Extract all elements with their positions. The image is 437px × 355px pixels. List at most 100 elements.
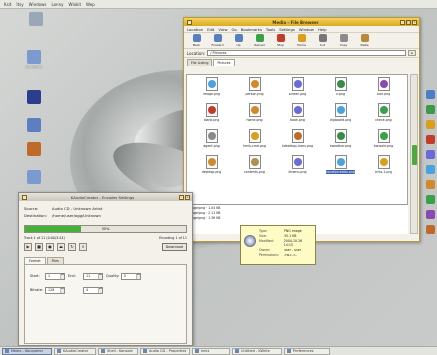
taskbar-button[interactable]: KAudioCreator (54, 347, 96, 355)
top-menu-item[interactable]: Ksit (4, 2, 11, 7)
play-icon[interactable]: ▶ (24, 243, 32, 251)
panel-applet-icon[interactable] (426, 150, 435, 159)
top-menu-item[interactable]: Itsy (16, 2, 23, 7)
file-item[interactable]: home.png (233, 103, 276, 129)
desktop-icon[interactable] (20, 12, 52, 27)
menu-item-view[interactable]: View (218, 27, 227, 32)
taskbar-button[interactable]: kmix (192, 347, 230, 355)
desktop-icon[interactable] (18, 142, 50, 157)
go-icon[interactable]: ▸ (408, 50, 416, 56)
menu-item-bookmarks[interactable]: Bookmarks (241, 27, 262, 32)
spin-arrows-icon[interactable]: ▴▾ (136, 273, 140, 279)
taskbar-button[interactable]: Media - Konqueror (2, 347, 52, 355)
file-item[interactable]: agent.png (190, 129, 233, 155)
file-item[interactable]: kmix-1.png (362, 155, 405, 181)
spin-arrows-icon[interactable]: ▴▾ (60, 273, 64, 279)
menu-item-settings[interactable]: Settings (279, 27, 295, 32)
desktop-icon[interactable]: Computer (18, 50, 50, 69)
file-item[interactable]: image.png (190, 77, 233, 103)
close-track-icon[interactable]: × (79, 243, 87, 251)
menu-item-go[interactable]: Go (231, 27, 236, 32)
panel-applet-icon[interactable] (426, 225, 435, 234)
file-item[interactable]: konsole.png (362, 129, 405, 155)
file-item[interactable]: kaudiocreator.png (319, 155, 362, 181)
spin-arrows-icon[interactable]: ▴▾ (98, 287, 102, 293)
file-item[interactable]: contents.png (233, 155, 276, 181)
panel-applet-icon[interactable] (426, 195, 435, 204)
record-icon[interactable]: ● (46, 243, 54, 251)
file-item[interactable]: kmenu.png (276, 155, 319, 181)
toolbar-label: Paste (360, 43, 369, 47)
file-item[interactable]: blank.png (190, 103, 233, 129)
file-item[interactable]: kdesktop-icons.png (276, 129, 319, 155)
file-item[interactable]: kmix-cmd.png (233, 129, 276, 155)
download-button[interactable]: Download (161, 243, 187, 251)
file-item[interactable]: clipboard.png (319, 103, 362, 129)
minimize-icon[interactable]: – (400, 19, 405, 25)
tab-format[interactable]: Format (24, 257, 46, 264)
scrollbar-thumb[interactable] (412, 145, 417, 165)
audio-creator-titlebar[interactable]: KAudioCreator - Encoder Settings – × (19, 193, 192, 201)
vertical-scrollbar[interactable] (410, 74, 418, 234)
taskbar-button[interactable]: Audio CD - Properties (140, 347, 190, 355)
refresh-icon[interactable]: ↻ (68, 243, 76, 251)
minimize-icon[interactable]: – (179, 194, 184, 200)
file-item[interactable]: check.png (362, 103, 405, 129)
reload-button[interactable]: Reload (251, 34, 268, 47)
panel-applet-icon[interactable] (426, 180, 435, 189)
tab-file-listing[interactable]: File Listing (187, 59, 213, 66)
menu-item-window[interactable]: Window (299, 27, 314, 32)
stop-icon[interactable]: ■ (35, 243, 43, 251)
panel-applet-icon[interactable] (426, 120, 435, 129)
tab-pictures[interactable]: Pictures (213, 59, 235, 66)
eject-icon[interactable]: ⏏ (57, 243, 65, 251)
panel-applet-icon[interactable] (426, 210, 435, 219)
forward-button[interactable]: Forward (209, 34, 226, 47)
spin-arrows-icon[interactable]: ▴▾ (60, 287, 64, 293)
paste-button[interactable]: Paste (356, 34, 373, 47)
panel-applet-icon[interactable] (426, 105, 435, 114)
menu-item-tools[interactable]: Tools (266, 27, 275, 32)
menu-item-edit[interactable]: Edit (207, 27, 214, 32)
menu-item-location[interactable]: Location (187, 27, 203, 32)
spin-box[interactable]: 128 ▴▾ (45, 286, 65, 294)
desktop-icon[interactable] (18, 90, 50, 105)
top-menu-item[interactable]: Windows (29, 2, 47, 7)
desktop-icon[interactable] (18, 170, 50, 185)
home-button[interactable]: Home (293, 34, 310, 47)
file-item[interactable]: x.png (319, 77, 362, 103)
back-button[interactable]: Back (188, 34, 205, 47)
top-menu-item[interactable]: Lonny (51, 2, 63, 7)
panel-applet-icon[interactable] (426, 165, 435, 174)
panel-applet-icon[interactable] (426, 135, 435, 144)
menu-item-help[interactable]: Help (318, 27, 327, 32)
spin-arrows-icon[interactable]: ▴▾ (98, 273, 102, 279)
close-icon[interactable]: × (412, 19, 417, 25)
location-input[interactable]: / Pictures (207, 50, 407, 56)
copy-button[interactable]: Copy (335, 34, 352, 47)
spin-box[interactable]: 4 ▴▾ (83, 286, 103, 294)
spin-box[interactable]: 5 ▴▾ (121, 272, 141, 280)
close-icon[interactable]: × (185, 194, 190, 200)
stop-button[interactable]: Stop (272, 34, 289, 47)
taskbar-button[interactable]: Preferences (284, 347, 330, 355)
taskbar-button[interactable]: Shell - Konsole (98, 347, 138, 355)
spin-box[interactable]: 1 ▴▾ (45, 272, 65, 280)
spin-box[interactable]: 11 ▴▾ (83, 272, 103, 280)
file-item[interactable]: icon.png (362, 77, 405, 103)
file-manager-titlebar[interactable]: Media - File Browser – □ × (184, 18, 419, 26)
file-item[interactable]: book.png (276, 103, 319, 129)
tab-files[interactable]: Files (46, 257, 64, 264)
panel-applet-icon[interactable] (426, 90, 435, 99)
maximize-icon[interactable]: □ (406, 19, 411, 25)
top-menu-item[interactable]: Wep (86, 2, 95, 7)
file-item[interactable]: screen.png (276, 77, 319, 103)
up-button[interactable]: Up (230, 34, 247, 47)
file-item[interactable]: desktop.png (190, 155, 233, 181)
taskbar-button[interactable]: Untitled - KWrite (232, 347, 282, 355)
file-item[interactable]: person.png (233, 77, 276, 103)
desktop-icon[interactable] (18, 118, 50, 133)
top-menu-item[interactable]: Wlokit (69, 2, 82, 7)
cut-button[interactable]: Cut (314, 34, 331, 47)
file-item[interactable]: kweather.png (319, 129, 362, 155)
